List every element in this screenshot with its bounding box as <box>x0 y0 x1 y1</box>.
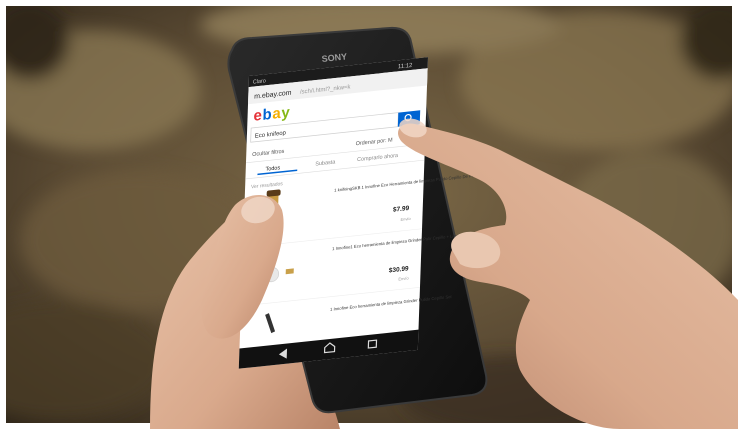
svg-text:e: e <box>253 107 262 125</box>
svg-text:b: b <box>262 106 272 124</box>
svg-text:y: y <box>281 104 291 122</box>
photo-scene: SONY Claro 11:12 m.ebay.com /sch/i.html?… <box>0 0 738 429</box>
